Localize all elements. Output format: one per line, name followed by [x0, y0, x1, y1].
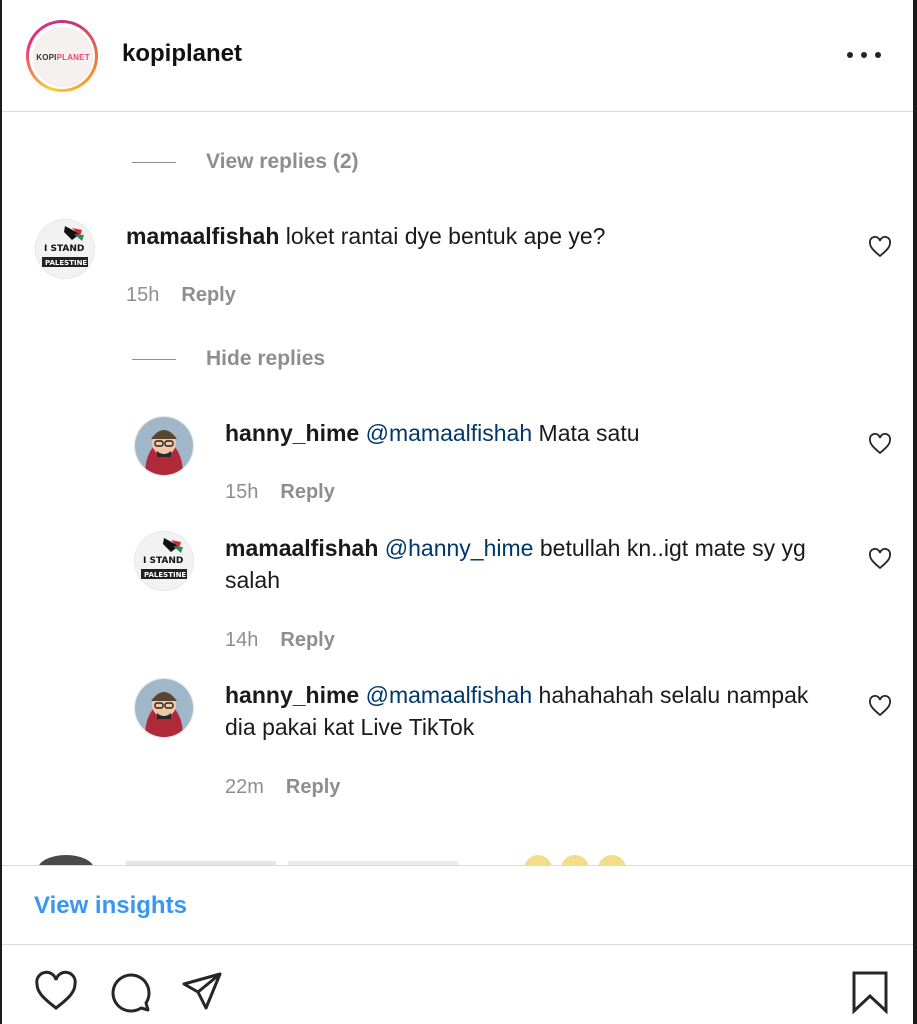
svg-text:PALESTINE: PALESTINE: [45, 259, 87, 267]
reply-username[interactable]: hanny_hime: [225, 420, 359, 446]
comment-meta: 15h Reply: [126, 284, 236, 307]
reply-username[interactable]: hanny_hime: [225, 682, 359, 708]
reply-button[interactable]: Reply: [280, 481, 334, 504]
mention-link[interactable]: @mamaalfishah: [366, 420, 533, 446]
svg-text:PALESTINE: PALESTINE: [144, 571, 186, 579]
reply-text: hanny_hime @mamaalfishah hahahahah selal…: [225, 679, 835, 743]
comments-list[interactable]: View replies (2) I STAND PALESTINE mamaa…: [2, 112, 913, 865]
reply-button[interactable]: Reply: [181, 284, 235, 307]
reply-meta: 14h Reply: [225, 629, 335, 652]
reply-body: Mata satu: [538, 420, 640, 446]
reply-text: hanny_hime @mamaalfishah Mata satu: [225, 417, 845, 449]
like-comment-icon[interactable]: [868, 236, 892, 258]
action-bar: [2, 944, 913, 1024]
comment-icon[interactable]: [108, 970, 152, 1014]
like-comment-icon[interactable]: [868, 548, 892, 570]
view-replies-button[interactable]: View replies (2): [132, 150, 359, 174]
reply-meta: 22m Reply: [225, 776, 340, 799]
reply-username[interactable]: mamaalfishah: [225, 535, 378, 561]
reply-time: 15h: [225, 481, 259, 503]
account-name[interactable]: kopiplanet: [122, 40, 242, 68]
reply-time: 14h: [225, 629, 259, 651]
reply-button[interactable]: Reply: [280, 629, 334, 652]
avatar-mamaalfishah[interactable]: I STAND PALESTINE: [35, 219, 95, 279]
mention-link[interactable]: @mamaalfishah: [366, 682, 533, 708]
like-comment-icon[interactable]: [868, 433, 892, 455]
comment-username[interactable]: mamaalfishah: [126, 223, 279, 249]
mention-link[interactable]: @hanny_hime: [385, 535, 534, 561]
view-replies-label: View replies (2): [206, 150, 359, 173]
avatar-mamaalfishah[interactable]: I STAND PALESTINE: [134, 531, 194, 591]
avatar-hanny-hime[interactable]: [134, 678, 194, 738]
avatar-hanny-hime[interactable]: [134, 416, 194, 476]
comment-text: mamaalfishah loket rantai dye bentuk ape…: [126, 220, 846, 252]
share-icon[interactable]: [180, 970, 224, 1014]
reply-meta: 15h Reply: [225, 481, 335, 504]
reply-time: 22m: [225, 776, 264, 798]
insights-bar: View insights: [2, 865, 913, 945]
post-panel: KOPI PLANET kopiplanet View replies (2) I…: [2, 0, 913, 1024]
account-avatar[interactable]: KOPI PLANET: [26, 20, 98, 92]
heart-icon[interactable]: [34, 970, 78, 1014]
post-header: KOPI PLANET kopiplanet: [2, 0, 913, 112]
more-options-icon[interactable]: [847, 42, 881, 68]
like-comment-icon[interactable]: [868, 695, 892, 717]
reply-text: mamaalfishah @hanny_hime betullah kn..ig…: [225, 532, 835, 596]
comment-time: 15h: [126, 284, 160, 306]
view-insights-link[interactable]: View insights: [34, 892, 187, 920]
bookmark-icon[interactable]: [848, 970, 892, 1014]
hide-replies-label: Hide replies: [206, 347, 326, 370]
svg-text:I STAND: I STAND: [143, 556, 183, 566]
svg-text:I STAND: I STAND: [44, 244, 84, 254]
reply-button[interactable]: Reply: [286, 776, 340, 799]
hide-replies-button[interactable]: Hide replies: [132, 347, 325, 371]
kopiplanet-logo: KOPI PLANET: [33, 27, 93, 87]
comment-body: loket rantai dye bentuk ape ye?: [285, 223, 606, 249]
